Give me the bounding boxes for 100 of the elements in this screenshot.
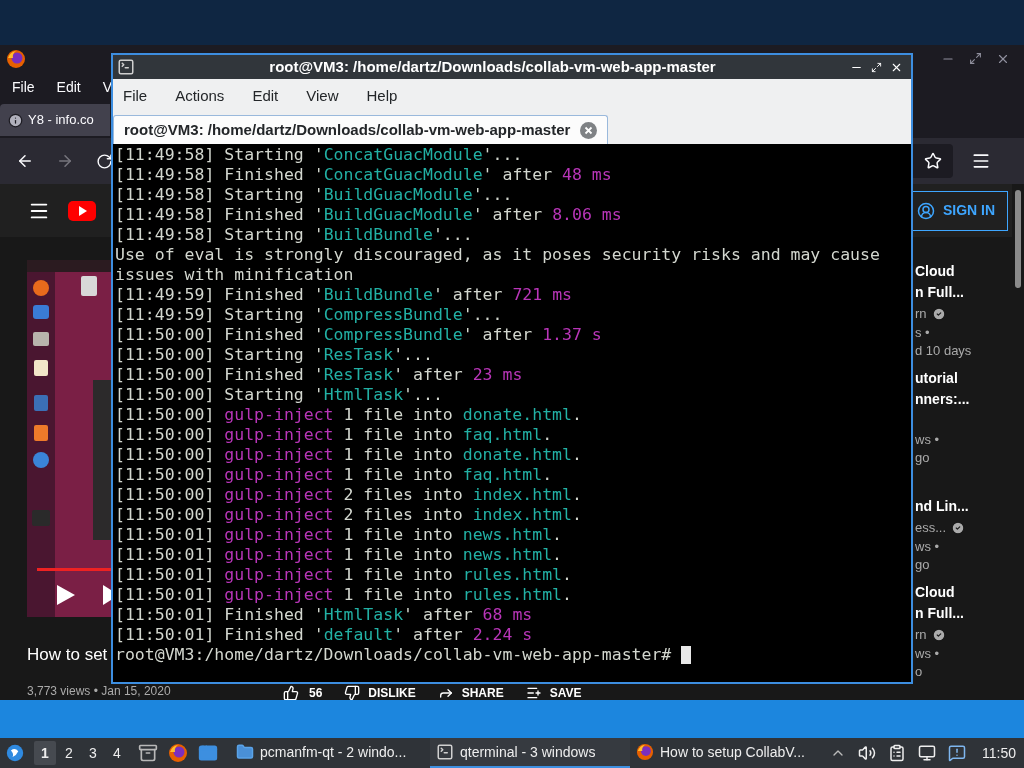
menu-item[interactable]: View <box>306 84 339 108</box>
terminal-line: [11:50:00] Starting 'HtmlTask'... <box>115 385 444 405</box>
task-button[interactable]: qterminal - 3 windows <box>430 738 630 768</box>
video-title[interactable]: utorial <box>915 368 1012 389</box>
dislike-button[interactable]: DISLIKE <box>344 684 416 700</box>
terminal-icon <box>117 58 135 76</box>
clock[interactable]: 11:50 <box>978 742 1018 764</box>
info-icon <box>8 112 23 128</box>
menu-item[interactable]: Edit <box>252 84 279 108</box>
video-meta: ws • <box>915 538 941 556</box>
terminal-line: Use of eval is strongly discouraged, as it poses security risks and may cause issues with minification <box>115 245 881 285</box>
video-views: 3,773 views • Jan 15, 2020 <box>27 683 171 698</box>
back-icon[interactable] <box>16 152 34 170</box>
terminal-line: [11:49:58] Starting 'BuildGuacModule'... <box>115 185 514 205</box>
save-button[interactable]: SAVE <box>525 684 582 700</box>
bookmark-star-icon[interactable] <box>924 152 942 170</box>
maximize-icon[interactable] <box>871 61 882 73</box>
video-meta: go <box>915 449 931 467</box>
verified-icon <box>931 306 946 321</box>
video-title[interactable]: Cloud <box>915 261 1012 282</box>
terminal-line: [11:50:00] gulp-inject 1 file into donate.html. <box>115 445 583 465</box>
video-meta: d 10 days <box>915 342 973 360</box>
video-title[interactable]: n Full... <box>915 282 1012 303</box>
volume-icon[interactable] <box>858 744 876 762</box>
folder-icon <box>236 743 254 761</box>
video-title[interactable]: n Full... <box>915 603 1012 624</box>
terminal-line: [11:49:59] Starting 'CompressBundle'... <box>115 305 504 325</box>
workspace-button[interactable]: 4 <box>106 741 128 765</box>
terminal-line: [11:50:00] gulp-inject 1 file into faq.html. <box>115 425 554 445</box>
terminal-line: [11:50:00] gulp-inject 2 files into index.html. <box>115 485 583 505</box>
video-meta: s • <box>915 324 931 342</box>
browser-icon <box>168 743 188 763</box>
workspace-button[interactable]: 2 <box>58 741 80 765</box>
terminal-line: [11:50:01] gulp-inject 1 file into rules.html. <box>115 585 573 605</box>
video-title[interactable]: nners:... <box>915 389 1012 410</box>
terminal-line: [11:50:01] gulp-inject 1 file into news.html. <box>115 545 564 565</box>
user-icon <box>917 201 935 220</box>
thumbs-down-icon <box>344 684 361 700</box>
terminal-line: [11:50:01] gulp-inject 1 file into rules.html. <box>115 565 573 585</box>
channel-name: rn <box>915 625 927 644</box>
share-button[interactable]: SHARE <box>437 684 504 700</box>
task-button[interactable]: How to setup CollabV... <box>630 738 830 768</box>
text-cursor <box>681 646 692 664</box>
terminal-line: [11:49:59] Finished 'BuildBundle' after 721 ms <box>115 285 573 305</box>
workspace-button[interactable]: 1 <box>34 741 56 765</box>
terminal-line: [11:49:58] Starting 'BuildBundle'... <box>115 225 474 245</box>
like-button[interactable]: 56 <box>283 684 323 700</box>
task-button[interactable]: pcmanfm-qt - 2 windo... <box>230 738 430 768</box>
forward-icon[interactable] <box>56 152 74 170</box>
scrollbar-thumb[interactable] <box>1015 190 1021 288</box>
clipboard-icon[interactable] <box>888 744 906 762</box>
window-icon[interactable] <box>198 743 218 763</box>
browser-icon <box>636 743 654 761</box>
workspace-button[interactable]: 3 <box>82 741 104 765</box>
terminal-line: [11:49:58] Finished 'BuildGuacModule' after 8.06 ms <box>115 205 623 225</box>
terminal-line: [11:50:00] Starting 'ResTask'... <box>115 345 434 365</box>
channel-name: ess... <box>915 518 947 537</box>
video-title[interactable]: Cloud <box>915 582 1012 603</box>
file-cabinet-icon[interactable] <box>138 743 158 763</box>
terminal-line: [11:50:01] Finished 'HtmlTask' after 68 ms <box>115 605 534 625</box>
browser-tab[interactable]: Y8 - info.co <box>0 104 110 136</box>
video-logo-icon <box>68 200 96 221</box>
notification-icon[interactable] <box>948 744 966 762</box>
menu-item[interactable]: File <box>123 84 148 108</box>
video-title[interactable]: nd Lin... <box>915 496 1012 517</box>
maximize-icon[interactable] <box>969 52 982 65</box>
terminal-line: [11:49:58] Starting 'ConcatGuacModule'... <box>115 145 524 165</box>
menu-icon[interactable] <box>971 151 991 171</box>
thumbs-up-icon <box>283 684 299 700</box>
menu-item[interactable]: V <box>102 76 113 98</box>
terminal-tab[interactable]: root@VM3: /home/dartz/Downloads/collab-vm-web-app-master <box>113 115 609 144</box>
menu-item[interactable]: Help <box>366 84 398 108</box>
menu-item[interactable]: File <box>12 76 35 98</box>
menu-item[interactable]: Edit <box>56 76 81 98</box>
window-title: root@VM3: /home/dartz/Downloads/collab-vm-web-app-master <box>268 56 717 77</box>
video-title: How to set <box>27 644 108 666</box>
terminal-line: [11:50:00] gulp-inject 1 file into faq.html. <box>115 465 554 485</box>
start-menu-icon[interactable] <box>6 742 24 764</box>
video-meta: go <box>915 556 931 574</box>
verified-icon <box>951 520 966 535</box>
verified-icon <box>931 627 946 642</box>
video-meta: ws • <box>915 645 941 663</box>
channel-name: rn <box>915 304 927 323</box>
terminal-line: [11:50:00] Finished 'ResTask' after 23 ms <box>115 365 524 385</box>
video-meta: ws • <box>915 431 941 449</box>
browser-icon <box>6 48 26 69</box>
terminal-line: [11:50:01] gulp-inject 1 file into news.html. <box>115 525 564 545</box>
network-icon[interactable] <box>918 744 936 762</box>
terminal-line: [11:50:00] gulp-inject 1 file into donate.html. <box>115 405 583 425</box>
terminal-icon <box>436 743 454 761</box>
terminal-line: [11:50:00] gulp-inject 2 files into index.html. <box>115 505 583 525</box>
close-tab-icon[interactable] <box>580 121 598 139</box>
url-bar[interactable] <box>913 144 953 178</box>
terminal-line: [11:49:58] Finished 'ConcatGuacModule' after 48 ms <box>115 165 613 185</box>
menu-item[interactable]: Actions <box>175 84 225 108</box>
video-meta: o <box>915 663 924 681</box>
reload-icon[interactable] <box>96 152 113 170</box>
terminal-line: [11:50:00] Finished 'CompressBundle' after 1.37 s <box>115 325 603 345</box>
shell-prompt: root@VM3:/home/dartz/Downloads/collab-vm-web-app-master# <box>115 645 672 665</box>
terminal-line: [11:50:01] Finished 'default' after 2.24 s <box>115 625 534 645</box>
